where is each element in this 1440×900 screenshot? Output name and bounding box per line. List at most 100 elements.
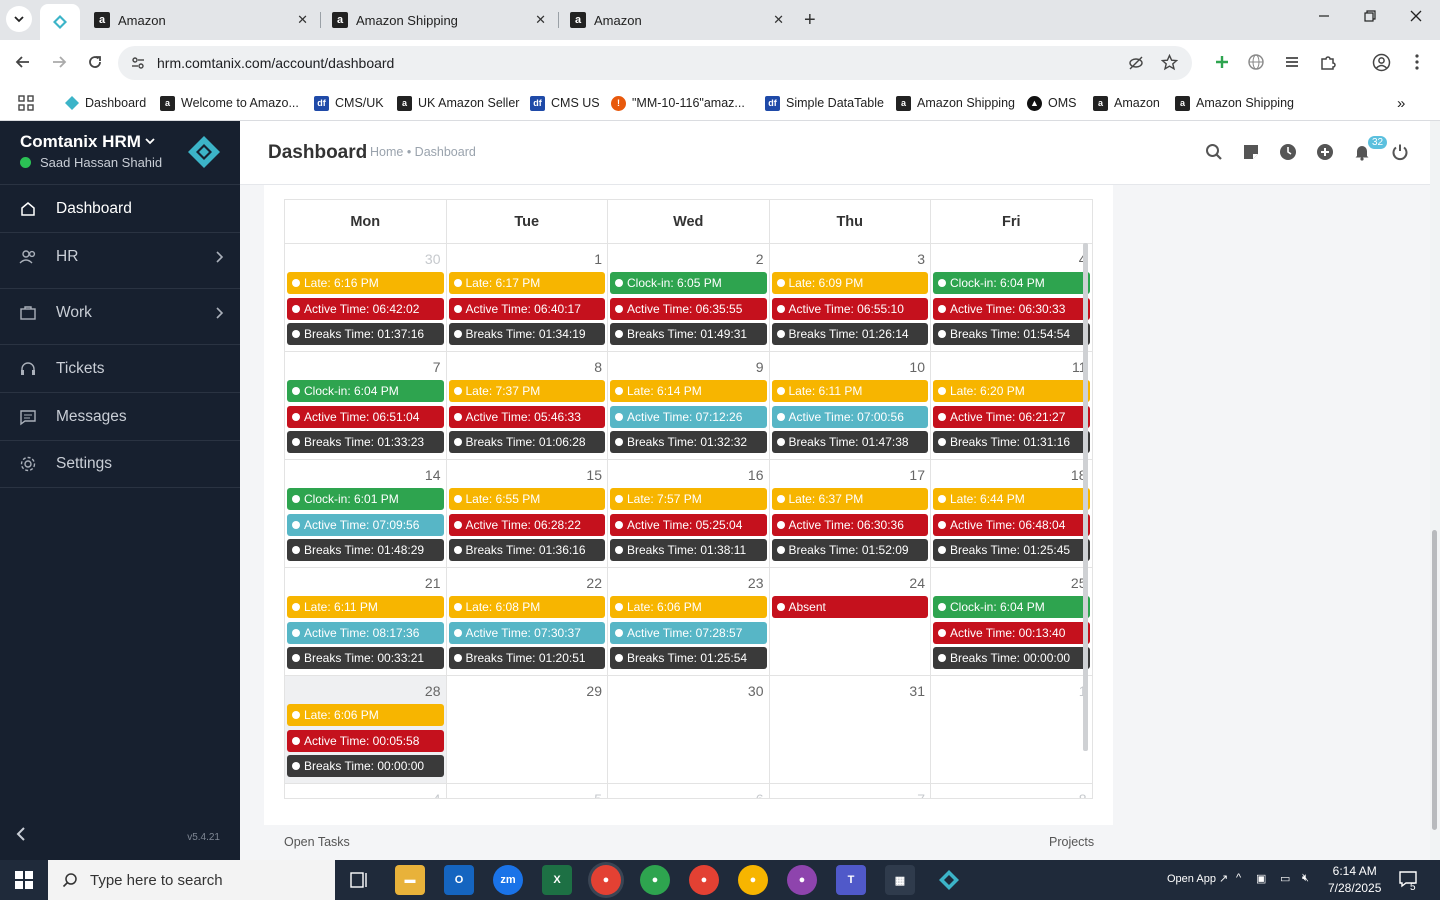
attendance-event-late[interactable]: Late: 6:44 PM [933,488,1090,510]
attendance-event-active-red[interactable]: Active Time: 06:40:17 [448,297,605,320]
extension-list-icon[interactable] [1283,53,1301,71]
attendance-event-breaks[interactable]: Breaks Time: 01:33:23 [287,431,444,453]
attendance-event-late[interactable]: Late: 6:09 PM [771,272,928,294]
day-number[interactable]: 6 [756,791,764,798]
attendance-event-active-red[interactable]: Active Time: 00:05:58 [287,729,444,752]
day-number[interactable]: 17 [909,467,925,483]
calendar-day-cell[interactable]: 4 [285,784,447,798]
chrome-icon[interactable]: ● [738,865,768,895]
collapse-sidebar-button[interactable] [16,827,26,841]
attendance-event-late[interactable]: Late: 7:37 PM [448,380,605,402]
attendance-event-active-blue[interactable]: Active Time: 07:28:57 [610,621,767,644]
attendance-event-active-red[interactable]: Active Time: 05:25:04 [610,513,767,536]
new-tab-button[interactable]: + [804,9,816,32]
calculator-icon[interactable]: ▦ [885,865,915,895]
day-number[interactable]: 9 [756,359,764,375]
brand-name[interactable]: Comtanix HRM [20,132,141,152]
attendance-event-clockin[interactable]: Clock-in: 6:04 PM [287,380,444,402]
taskbar-search[interactable]: Type here to search [48,860,335,900]
bookmark-uk-amazon-seller[interactable]: a UK Amazon Seller [397,93,519,113]
attendance-event-late[interactable]: Late: 6:37 PM [771,488,928,510]
day-number[interactable]: 24 [909,575,925,591]
power-icon[interactable] [1391,143,1409,161]
day-number[interactable]: 31 [909,683,925,699]
open-app-label[interactable]: Open App ↗ [1167,872,1228,885]
day-number[interactable]: 14 [425,467,441,483]
sidebar-item-dashboard[interactable]: Dashboard [0,184,240,232]
day-number[interactable]: 8 [594,359,602,375]
breadcrumb[interactable]: Home • Dashboard [370,145,476,159]
more-menu-icon[interactable] [1414,53,1420,71]
attendance-event-late[interactable]: Late: 6:14 PM [610,380,767,402]
attendance-event-late[interactable]: Late: 6:08 PM [448,596,605,618]
calendar-day-cell[interactable]: 14 Clock-in: 6:01 PM Active Time: 07:09:56… [285,460,447,568]
clock-icon[interactable] [1279,143,1297,161]
calendar-day-cell[interactable]: 30 Late: 6:16 PM Active Time: 06:42:02 Brea… [285,244,447,352]
sidebar-item-tickets[interactable]: Tickets [0,344,240,392]
calendar-day-cell[interactable]: 1 Late: 6:17 PM Active Time: 06:40:17 Break… [446,244,608,352]
excel-icon[interactable]: X [542,865,572,895]
network-icon[interactable]: ▭ [1280,872,1290,885]
calendar-day-cell[interactable]: 24 Absent [769,568,931,676]
calendar-day-cell[interactable]: 21 Late: 6:11 PM Active Time: 08:17:36 Brea… [285,568,447,676]
day-number[interactable]: 23 [748,575,764,591]
attendance-event-late[interactable]: Late: 6:20 PM [933,380,1090,402]
attendance-event-active-red[interactable]: Active Time: 06:42:02 [287,297,444,320]
attendance-event-breaks[interactable]: Breaks Time: 01:34:19 [448,323,605,345]
globe-icon[interactable] [1247,53,1265,71]
sidebar-item-work[interactable]: Work [0,288,240,336]
attendance-event-breaks[interactable]: Breaks Time: 01:38:11 [610,539,767,561]
day-number[interactable]: 30 [748,683,764,699]
day-number[interactable]: 28 [425,683,441,699]
bookmark-amazon-shipping-2[interactable]: a Amazon Shipping [1175,93,1294,113]
attendance-event-breaks[interactable]: Breaks Time: 01:31:16 [933,431,1090,453]
system-clock[interactable]: 6:14 AM 7/28/2025 [1328,863,1381,897]
attendance-event-breaks[interactable]: Breaks Time: 01:06:28 [448,431,605,453]
network-alert-icon[interactable]: ▣ [1256,872,1266,885]
attendance-event-late[interactable]: Late: 6:55 PM [448,488,605,510]
calendar-day-cell[interactable]: 18 Late: 6:44 PM Active Time: 06:48:04 Brea… [931,460,1092,568]
attendance-event-breaks[interactable]: Breaks Time: 00:33:21 [287,647,444,669]
calendar-day-cell[interactable]: 15 Late: 6:55 PM Active Time: 06:28:22 Brea… [446,460,608,568]
attendance-event-late[interactable]: Late: 6:11 PM [287,596,444,618]
address-bar[interactable]: hrm.comtanix.com/account/dashboard [118,46,1192,80]
add-circle-icon[interactable] [1316,143,1334,161]
bookmark-amazon-shipping-1[interactable]: a Amazon Shipping [896,93,1015,113]
calendar-day-cell[interactable]: 2 Clock-in: 6:05 PM Active Time: 06:35:55 B… [608,244,770,352]
zoom-icon[interactable]: zm [493,865,523,895]
attendance-event-breaks[interactable]: Breaks Time: 01:25:54 [610,647,767,669]
calendar-day-cell[interactable]: 7 [770,784,931,798]
more-bookmarks-icon[interactable]: » [1397,93,1405,113]
attendance-event-clockin[interactable]: Clock-in: 6:01 PM [287,488,444,510]
calendar-day-cell[interactable]: 10 Late: 6:11 PM Active Time: 07:00:56 Brea… [769,352,931,460]
attendance-event-active-red[interactable]: Active Time: 05:46:33 [448,405,605,428]
attendance-event-late[interactable]: Late: 7:57 PM [610,488,767,510]
file-explorer-icon[interactable]: ▬ [395,865,425,895]
attendance-event-late[interactable]: Late: 6:17 PM [448,272,605,294]
bookmark-amazon[interactable]: a Amazon [1093,93,1160,113]
back-button[interactable] [14,53,32,71]
day-number[interactable]: 21 [425,575,441,591]
attendance-event-late[interactable]: Late: 6:06 PM [610,596,767,618]
calendar-day-cell[interactable]: 5 [447,784,608,798]
outlook-icon[interactable]: O [444,865,474,895]
day-number[interactable]: 2 [756,251,764,267]
extension-plus-icon[interactable] [1213,53,1231,71]
sidebar-item-settings[interactable]: Settings [0,440,240,488]
attendance-event-breaks[interactable]: Breaks Time: 00:00:00 [933,647,1090,669]
calendar-day-cell[interactable]: 7 Clock-in: 6:04 PM Active Time: 06:51:04 B… [285,352,447,460]
apps-grid-icon[interactable] [18,93,34,113]
attendance-event-active-blue[interactable]: Active Time: 08:17:36 [287,621,444,644]
bookmark-oms[interactable]: ▲ OMS [1027,93,1076,113]
bookmark-mm-10-116[interactable]: ! "MM-10-116"amaz... [611,93,745,113]
reload-button[interactable] [86,53,104,71]
calendar-day-cell[interactable]: 9 Late: 6:14 PM Active Time: 07:12:26 Break… [608,352,770,460]
puzzle-icon[interactable] [1319,53,1337,71]
attendance-event-clockin[interactable]: Clock-in: 6:04 PM [933,596,1090,618]
bookmark-cms-uk[interactable]: df CMS/UK [314,93,384,113]
comtanix-app-icon[interactable] [934,865,964,895]
calendar-day-cell[interactable]: 8 Late: 7:37 PM Active Time: 05:46:33 Break… [446,352,608,460]
chrome-icon[interactable]: ● [640,865,670,895]
attendance-event-late[interactable]: Late: 6:16 PM [287,272,444,294]
calendar-day-cell[interactable]: 6 [608,784,770,798]
